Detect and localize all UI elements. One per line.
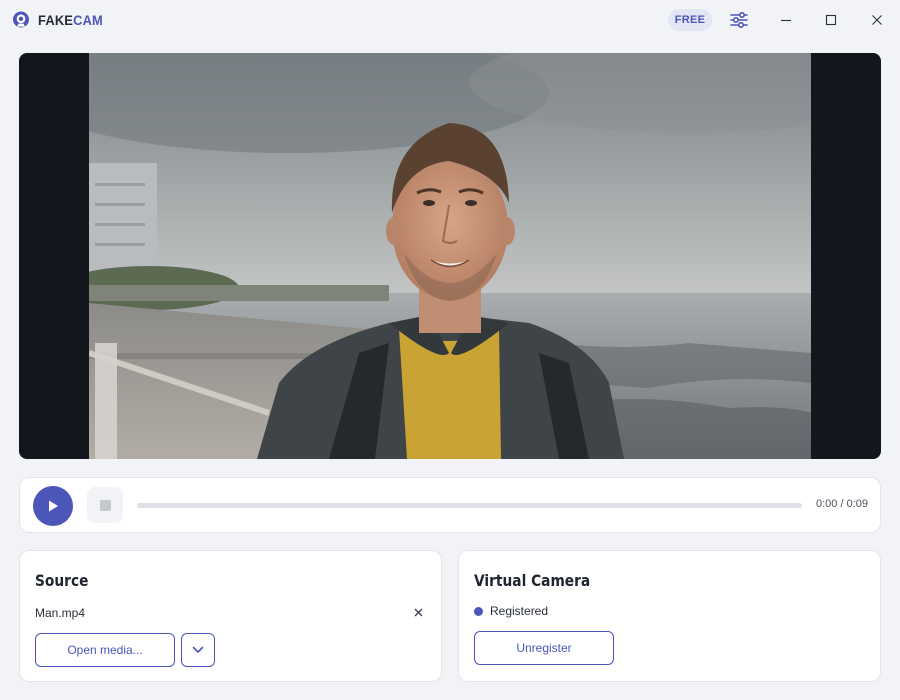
chevron-down-icon: [192, 646, 204, 653]
close-icon: [414, 608, 422, 616]
video-frame: [89, 53, 811, 459]
app-logo: FAKECAM: [12, 11, 109, 29]
player-controls: 0:00 / 0:09: [19, 477, 881, 533]
status-text: Registered: [490, 604, 549, 618]
video-frame-image: [89, 53, 811, 459]
virtual-camera-title: Virtual Camera: [474, 571, 591, 590]
app-name: FAKECAM: [38, 12, 103, 28]
maximize-icon: [825, 14, 837, 26]
stop-button[interactable]: [87, 487, 123, 523]
virtual-camera-panel: Virtual Camera Registered Unregister: [458, 550, 881, 682]
clear-source-button[interactable]: [409, 603, 427, 621]
play-icon: [49, 500, 58, 512]
media-options-dropdown[interactable]: [181, 633, 215, 667]
maximize-button[interactable]: [819, 8, 843, 32]
registration-status: Registered: [474, 604, 548, 618]
play-button[interactable]: [33, 486, 73, 526]
video-preview: [19, 53, 881, 459]
open-media-button[interactable]: Open media...: [35, 633, 175, 667]
minimize-icon: [781, 19, 791, 22]
plan-badge[interactable]: FREE: [668, 9, 712, 31]
time-display: 0:00 / 0:09: [816, 498, 868, 510]
source-file-name: Man.mp4: [35, 606, 86, 620]
title-bar: FAKECAM FREE: [0, 0, 900, 40]
close-icon: [872, 15, 882, 25]
unregister-button[interactable]: Unregister: [474, 631, 614, 665]
webcam-icon: [13, 11, 29, 28]
seek-bar[interactable]: [137, 503, 802, 508]
stop-icon: [99, 499, 111, 511]
source-title: Source: [35, 571, 89, 590]
minimize-button[interactable]: [774, 8, 798, 32]
settings-button[interactable]: [727, 8, 751, 32]
status-dot: [474, 606, 483, 616]
close-button[interactable]: [865, 8, 889, 32]
sliders-icon: [730, 12, 748, 28]
source-panel: Source Man.mp4 Open media...: [19, 550, 442, 682]
